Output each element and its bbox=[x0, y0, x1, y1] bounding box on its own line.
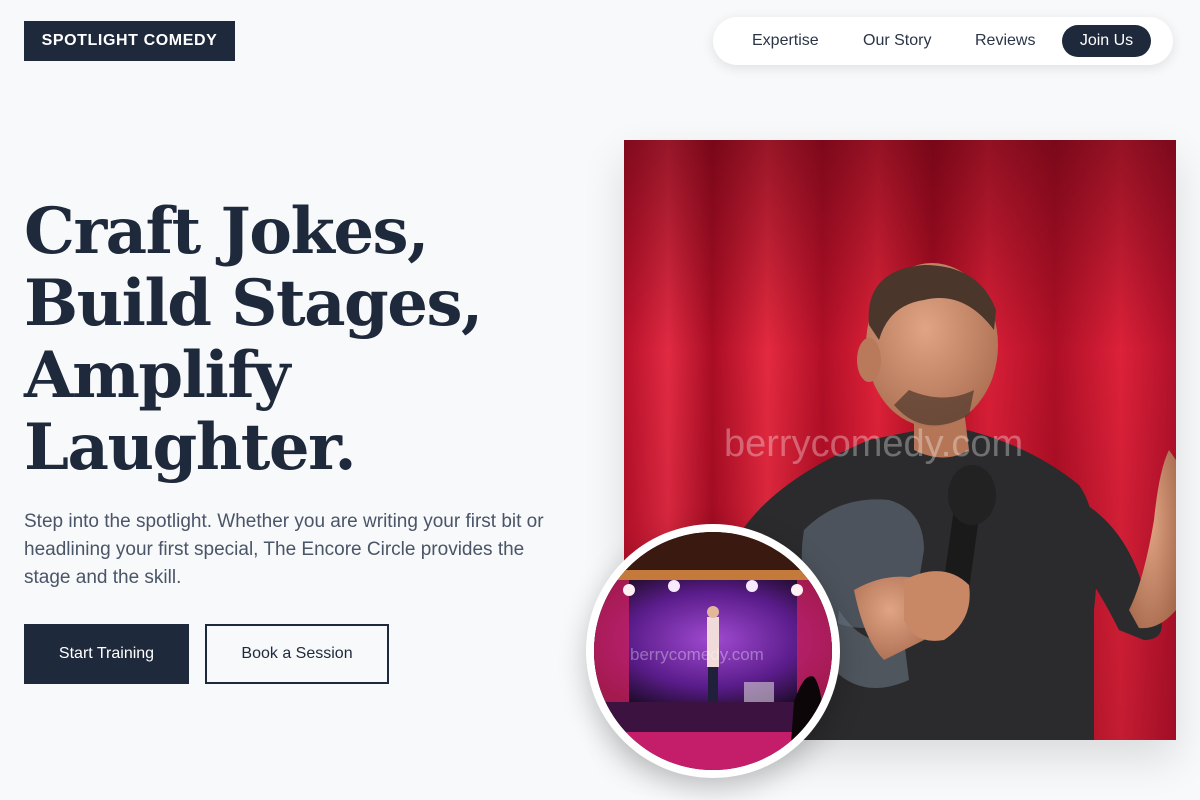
brand-logo[interactable]: SPOTLIGHT COMEDY bbox=[24, 21, 235, 61]
hero-headline: Craft Jokes, Build Stages, Amplify Laugh… bbox=[24, 196, 544, 484]
hero-lead-text: Step into the spotlight. Whether you are… bbox=[24, 511, 544, 588]
headline-line: Laughter. bbox=[24, 410, 357, 485]
headline-line: Build Stages, bbox=[24, 266, 483, 341]
watermark-text: berrycomedy.com bbox=[724, 423, 1023, 465]
nav-link-expertise[interactable]: Expertise bbox=[752, 17, 819, 65]
headline-line: Amplify bbox=[24, 338, 290, 413]
watermark-text: berrycomedy.com bbox=[630, 645, 764, 664]
nav-link-our-story[interactable]: Our Story bbox=[863, 17, 931, 65]
book-session-button[interactable]: Book a Session bbox=[205, 624, 389, 684]
stage-photo-inset: berrycomedy.com bbox=[586, 524, 840, 778]
nav-link-reviews[interactable]: Reviews bbox=[975, 17, 1035, 65]
join-us-button[interactable]: Join Us bbox=[1062, 25, 1151, 57]
start-training-button[interactable]: Start Training bbox=[24, 624, 189, 684]
headline-line: Craft Jokes, bbox=[24, 194, 429, 269]
main-nav: Expertise Our Story Reviews Join Us bbox=[713, 17, 1173, 65]
